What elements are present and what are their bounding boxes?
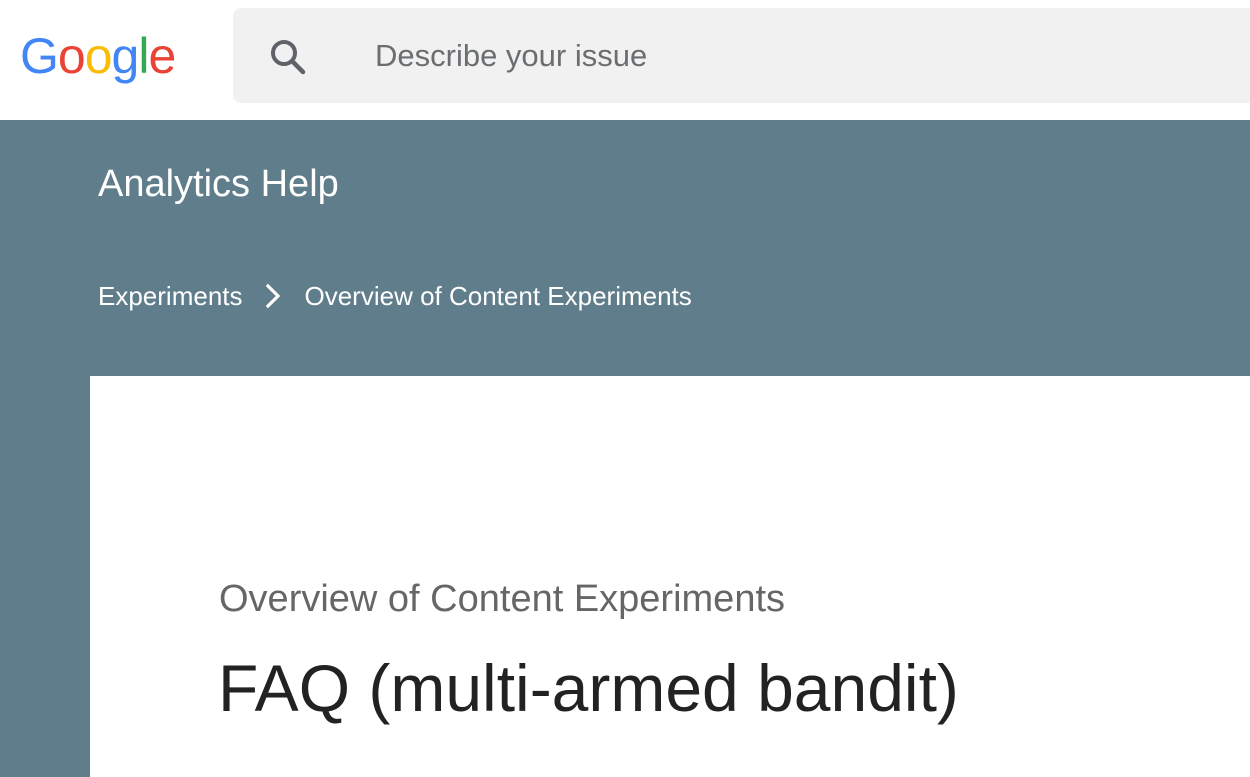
logo-letter: e <box>148 28 176 84</box>
breadcrumb-link-experiments[interactable]: Experiments <box>98 281 243 312</box>
search-icon[interactable] <box>268 37 308 77</box>
chevron-right-icon <box>263 282 283 310</box>
page-title: FAQ (multi-armed bandit) <box>218 651 959 725</box>
logo-letter: G <box>20 28 59 84</box>
logo-letter: l <box>138 28 149 84</box>
top-bar: Google <box>0 0 1250 120</box>
article-section-label: Overview of Content Experiments <box>219 578 786 620</box>
breadcrumb-link-overview[interactable]: Overview of Content Experiments <box>305 281 692 312</box>
product-title[interactable]: Analytics Help <box>98 160 339 208</box>
logo-letter: g <box>111 28 140 84</box>
search-input[interactable] <box>375 32 1215 80</box>
logo-letter: o <box>84 28 113 84</box>
google-logo[interactable]: Google <box>20 28 176 88</box>
breadcrumb: Experiments Overview of Content Experime… <box>98 276 692 316</box>
logo-letter: o <box>57 28 86 84</box>
